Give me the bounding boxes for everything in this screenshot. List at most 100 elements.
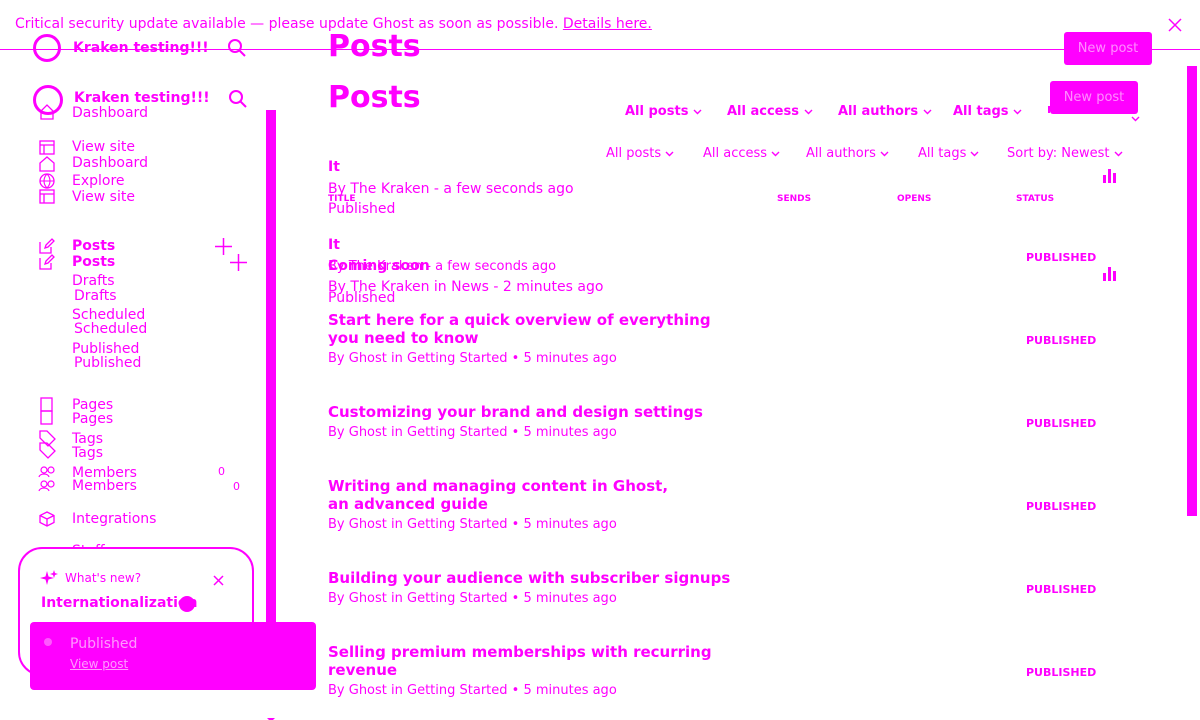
close-whats-new-icon[interactable] [213, 571, 224, 590]
chevron-down-icon [771, 151, 780, 157]
page-title: Posts [328, 80, 421, 115]
chevron-down-icon [804, 109, 813, 115]
edit-icon [39, 254, 55, 274]
dashboard-icon [40, 104, 54, 124]
post-meta: By The Kraken - a few seconds ago [328, 181, 574, 197]
post-meta: By Ghost in Getting Started • 5 minutes … [328, 517, 617, 532]
post-title: Start here for a quick overview of every… [328, 311, 711, 347]
column-status: STATUS [1016, 194, 1055, 204]
filter-label: All access [703, 146, 768, 161]
sidebar-item-scheduled[interactable]: Scheduled [74, 321, 147, 337]
filter-all-access[interactable]: All access [703, 146, 780, 161]
scroll-down-icon[interactable] [266, 708, 276, 720]
post-row[interactable]: Customizing your brand and design settin… [328, 403, 728, 440]
view-site-icon [39, 189, 55, 208]
sidebar-item-published[interactable]: Published [74, 355, 141, 371]
chevron-down-icon [693, 109, 702, 115]
new-post-button[interactable]: New post [1064, 32, 1152, 65]
filter-all-tags[interactable]: All tags [953, 104, 1022, 119]
sidebar-item-explore[interactable]: Explore [72, 173, 125, 189]
chevron-down-icon [970, 151, 979, 157]
filter-all-posts[interactable]: All posts [625, 104, 702, 119]
sidebar-item-drafts[interactable]: Drafts [72, 273, 115, 289]
sort-newest-first[interactable]: Newest first [1047, 104, 1122, 113]
status-badge: PUBLISHED [1026, 251, 1097, 264]
toast-title: Published [70, 636, 138, 652]
close-banner-icon[interactable] [1168, 17, 1182, 36]
status-badge: PUBLISHED [1026, 583, 1097, 596]
post-row[interactable]: Start here for a quick overview of every… [328, 311, 728, 366]
sidebar-item-integrations[interactable]: Integrations [72, 511, 156, 527]
sidebar-item-drafts[interactable]: Drafts [74, 288, 117, 304]
site-name[interactable]: Kraken testing!!! [73, 40, 209, 56]
site-logo-icon [33, 34, 61, 66]
search-icon[interactable] [229, 90, 247, 112]
post-title: Coming soon [328, 258, 430, 274]
post-title: It [328, 237, 340, 253]
toast-view-post-link[interactable]: View post [70, 657, 128, 671]
banner-details-link[interactable]: Details here. [563, 16, 652, 32]
sort-dropdown[interactable]: Sort by: Newest [1007, 146, 1123, 161]
filter-label: All tags [918, 146, 967, 161]
post-row-ghost[interactable]: It By The Kraken - a few seconds ago Pub… [328, 159, 574, 217]
sidebar-item-view-site[interactable]: View site [72, 189, 135, 205]
post-row[interactable]: Selling premium memberships with recurri… [328, 643, 728, 698]
search-icon[interactable] [228, 39, 246, 61]
chevron-down-icon [1013, 109, 1022, 115]
post-title: It [328, 159, 340, 175]
sidebar-item-dashboard[interactable]: Dashboard [72, 155, 148, 171]
filter-label: All posts [606, 146, 662, 161]
sidebar-item-dashboard[interactable]: Dashboard [72, 105, 148, 121]
post-row[interactable]: Building your audience with subscriber s… [328, 569, 748, 606]
chevron-down-icon [923, 109, 932, 115]
sidebar-item-view-site[interactable]: View site [72, 139, 135, 155]
members-count: 0 [233, 480, 240, 493]
chevron-down-icon [1114, 151, 1123, 157]
chevron-down-icon [665, 151, 674, 157]
filter-all-tags[interactable]: All tags [918, 146, 979, 161]
post-row[interactable]: Writing and managing content in Ghost, a… [328, 477, 688, 532]
sidebar-item-tags[interactable]: Tags [72, 445, 103, 461]
sidebar-item-members[interactable]: Members [72, 478, 137, 494]
sparkles-icon [40, 570, 58, 592]
toast-check-icon [44, 638, 52, 646]
chevron-down-icon [1131, 107, 1140, 126]
members-count: 0 [218, 465, 225, 478]
column-opens: OPENS [897, 194, 932, 204]
filter-all-authors[interactable]: All authors [806, 146, 889, 161]
sidebar-item-posts[interactable]: Posts [72, 254, 115, 270]
analytics-icon[interactable] [1103, 168, 1118, 187]
post-title: Building your audience with subscriber s… [328, 569, 731, 587]
new-post-label: New post [1077, 41, 1139, 56]
filter-all-access[interactable]: All access [727, 104, 813, 119]
status-badge: PUBLISHED [1026, 666, 1097, 679]
post-row-coming-soon[interactable]: Coming soon By The Kraken in News - 2 mi… [328, 258, 603, 295]
published-toast [30, 622, 316, 690]
sidebar-scrollbar[interactable] [266, 110, 276, 630]
sidebar-item-posts[interactable]: Posts [72, 238, 115, 254]
filter-all-posts[interactable]: All posts [606, 146, 674, 161]
whats-new-item[interactable]: Internationalization [41, 595, 197, 611]
banner-text: Critical security update available — ple… [15, 16, 559, 32]
new-post-plus-icon[interactable] [230, 254, 247, 275]
new-post-label: New post [1063, 90, 1125, 105]
main-scrollbar[interactable] [1187, 66, 1197, 516]
sidebar-item-pages[interactable]: Pages [72, 411, 113, 427]
integrations-icon [39, 511, 55, 531]
filter-label: All tags [953, 104, 1009, 119]
site-name[interactable]: Kraken testing!!! [74, 90, 210, 106]
filter-label: All access [727, 104, 799, 119]
filter-label: All authors [838, 104, 919, 119]
post-title: Writing and managing content in Ghost, a… [328, 477, 669, 513]
post-meta: By The Kraken in News - 2 minutes ago [328, 279, 604, 295]
filter-all-authors[interactable]: All authors [838, 104, 932, 119]
filter-label: All authors [806, 146, 876, 161]
filter-label: All posts [625, 104, 689, 119]
analytics-icon[interactable] [1103, 266, 1118, 285]
post-meta: By Ghost in Getting Started • 5 minutes … [328, 351, 617, 366]
members-icon [38, 466, 57, 498]
sort-label: Sort by: Newest [1007, 146, 1110, 161]
tag-icon [39, 430, 57, 462]
post-meta: By Ghost in Getting Started • 5 minutes … [328, 591, 617, 606]
pages-icon [40, 397, 54, 429]
